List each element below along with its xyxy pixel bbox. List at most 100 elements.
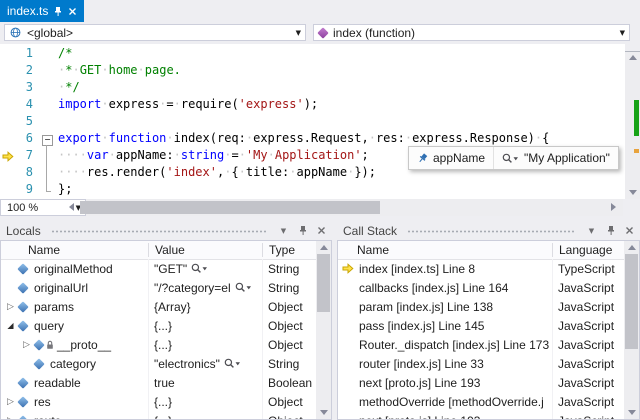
callstack-panel: Call Stack ▼ Name Language index [ <box>337 221 640 420</box>
locals-row[interactable]: ▷route{...}Object <box>1 411 316 419</box>
window-position-icon[interactable]: ▼ <box>276 223 291 238</box>
locals-title-bar[interactable]: Locals ▼ <box>0 221 332 240</box>
variable-name-cell: originalUrl <box>1 278 149 297</box>
close-icon[interactable] <box>622 223 637 238</box>
code-line[interactable]: import·express·=·require('express'); <box>58 97 318 114</box>
scroll-thumb[interactable] <box>317 254 330 312</box>
scroll-down-button[interactable] <box>316 406 331 419</box>
pin-icon[interactable] <box>54 6 62 17</box>
variable-type: String <box>268 262 299 276</box>
callstack-row[interactable]: param [index.js] Line 138JavaScript <box>338 297 624 316</box>
variable-value: "electronics" <box>154 357 220 371</box>
member-label: index (function) <box>333 26 415 40</box>
globe-icon <box>10 27 21 38</box>
scroll-right-button[interactable] <box>606 200 621 213</box>
callstack-row[interactable]: index [index.ts] Line 8TypeScript <box>338 259 624 278</box>
locals-row[interactable]: originalUrl"/?category=elString <box>1 278 316 297</box>
callstack-title-bar[interactable]: Call Stack ▼ <box>337 221 640 240</box>
callstack-row[interactable]: pass [index.js] Line 145JavaScript <box>338 316 624 335</box>
locals-scrollbar[interactable] <box>316 241 331 419</box>
variable-name: res <box>34 395 51 409</box>
code-line[interactable]: ·*/ <box>58 80 80 97</box>
locals-row[interactable]: ◢query{...}Object <box>1 316 316 335</box>
member-dropdown[interactable]: index (function) ▼ <box>313 24 630 41</box>
pin-icon[interactable] <box>295 223 310 238</box>
column-header-name[interactable]: Name <box>1 241 149 259</box>
line-number: 8 <box>0 165 33 182</box>
line-number: 5 <box>0 114 33 131</box>
column-header-name[interactable]: Name <box>338 241 553 259</box>
locals-row[interactable]: category"electronics"String <box>1 354 316 373</box>
code-line[interactable]: /* <box>58 46 72 63</box>
scroll-left-button[interactable] <box>64 200 79 213</box>
variable-value: {...} <box>154 414 172 420</box>
callstack-row[interactable]: methodOverride [methodOverride.jJavaScri… <box>338 392 624 411</box>
frame-name-cell: Router._dispatch [index.js] Line 173 <box>338 335 553 354</box>
frame-language-cell: JavaScript <box>553 354 624 373</box>
column-header-language[interactable]: Language <box>553 241 626 259</box>
editor-vertical-scrollbar[interactable] <box>625 44 640 199</box>
callstack-row[interactable]: next [proto.js] Line 193JavaScript <box>338 411 624 419</box>
scroll-down-button[interactable] <box>624 406 639 419</box>
fold-collapse-button[interactable]: − <box>42 135 53 146</box>
variable-type: Object <box>268 414 303 420</box>
column-header-type[interactable]: Type <box>263 241 317 259</box>
frame-language-cell: JavaScript <box>553 392 624 411</box>
scroll-up-button[interactable] <box>316 241 331 254</box>
code-line[interactable]: }; <box>58 182 72 199</box>
scope-dropdown[interactable]: <global> ▼ <box>4 24 306 41</box>
variable-icon <box>17 377 28 388</box>
variable-value-cell: {...} <box>149 316 263 335</box>
variable-name: __proto__ <box>57 338 111 352</box>
column-header-value[interactable]: Value <box>149 241 263 259</box>
scroll-thumb[interactable] <box>625 254 638 349</box>
variable-value-cell: "GET" <box>149 259 263 278</box>
code-editor[interactable]: appName "My Application" 1/*2·*·GET·home… <box>0 44 625 199</box>
callstack-row[interactable]: callbacks [index.js] Line 164JavaScript <box>338 278 624 297</box>
window-position-icon[interactable]: ▼ <box>584 223 599 238</box>
magnifier-icon[interactable] <box>235 282 252 293</box>
variable-name-cell: ▷ res <box>1 392 149 411</box>
close-icon[interactable] <box>314 223 329 238</box>
frame-name: callbacks [index.js] Line 164 <box>359 281 508 295</box>
frame-language: JavaScript <box>558 338 614 352</box>
locals-row[interactable]: originalMethod"GET"String <box>1 259 316 278</box>
pin-icon[interactable] <box>417 153 428 164</box>
pin-icon[interactable] <box>603 223 618 238</box>
code-line[interactable]: ····var·appName:·string·=·'My·Applicatio… <box>58 148 369 165</box>
code-line[interactable]: ·*·GET·home·page. <box>58 63 181 80</box>
expander-icon[interactable]: ▷ <box>20 340 33 350</box>
expander-icon[interactable]: ▷ <box>4 397 17 407</box>
code-line[interactable]: ····res.render('index',·{·title:·appName… <box>58 165 376 182</box>
scroll-up-button[interactable] <box>625 51 640 64</box>
callstack-scrollbar[interactable] <box>624 241 639 419</box>
magnifier-icon[interactable] <box>191 263 208 274</box>
datatip: appName "My Application" <box>408 146 619 170</box>
variable-type: String <box>268 281 299 295</box>
variable-name: originalUrl <box>34 281 88 295</box>
document-tab[interactable]: index.ts <box>0 0 84 22</box>
callstack-row[interactable]: Router._dispatch [index.js] Line 173 Java… <box>338 335 624 354</box>
expander-icon[interactable]: ▷ <box>4 302 17 312</box>
scroll-up-button[interactable] <box>624 241 639 254</box>
locals-row[interactable]: ▷__proto__{...}Object <box>1 335 316 354</box>
close-icon[interactable] <box>68 7 77 16</box>
callstack-row[interactable]: router [index.js] Line 33JavaScript <box>338 354 624 373</box>
locals-row[interactable]: readabletrueBoolean <box>1 373 316 392</box>
locals-panel: Locals ▼ Name Value Type <box>0 221 332 420</box>
variable-icon <box>17 320 28 331</box>
locals-row[interactable]: ▷params{Array}Object <box>1 297 316 316</box>
scroll-down-button[interactable] <box>625 186 640 199</box>
expander-icon[interactable]: ◢ <box>4 321 17 330</box>
horizontal-scroll-thumb[interactable] <box>80 201 380 214</box>
expander-icon[interactable]: ▷ <box>4 416 17 420</box>
frame-name-cell: next [proto.js] Line 193 <box>338 411 553 419</box>
datatip-pin-section: appName <box>409 147 493 169</box>
magnifier-icon[interactable] <box>224 358 241 369</box>
locals-row[interactable]: ▷res{...}Object <box>1 392 316 411</box>
magnifier-icon[interactable] <box>502 153 519 164</box>
callstack-body: Name Language index [index.ts] Line 8Typ… <box>337 240 640 420</box>
variable-type-cell: Boolean <box>263 373 316 392</box>
callstack-row[interactable]: next [proto.js] Line 193JavaScript <box>338 373 624 392</box>
editor-horizontal-scrollbar[interactable]: 100 % ▼ <box>0 199 640 216</box>
